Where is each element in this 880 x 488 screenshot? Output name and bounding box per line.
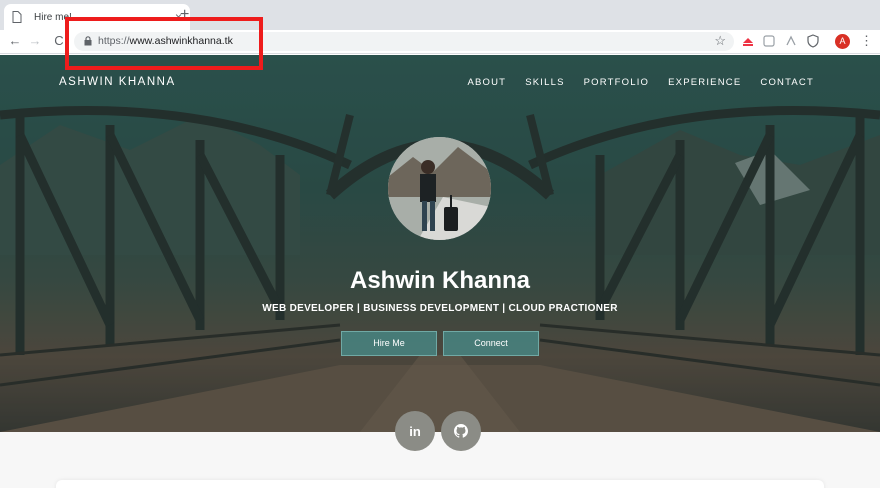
about-section (0, 432, 880, 488)
nav-about[interactable]: ABOUT (467, 77, 506, 88)
site-nav: ABOUT SKILLS PORTFOLIO EXPERIENCE CONTAC… (467, 77, 814, 88)
hero-name: Ashwin Khanna (349, 267, 530, 294)
nav-experience[interactable]: EXPERIENCE (668, 77, 741, 88)
hire-me-button[interactable]: Hire Me (341, 331, 437, 356)
connect-button[interactable]: Connect (443, 331, 539, 356)
site-brand[interactable]: ASHWIN KHANNA (59, 76, 176, 88)
document-icon (12, 11, 22, 23)
forward-icon[interactable]: → (26, 32, 44, 50)
content-card (56, 480, 824, 488)
extension-icon[interactable] (762, 34, 776, 48)
profile-photo (388, 137, 491, 240)
nav-skills[interactable]: SKILLS (525, 77, 564, 88)
linkedin-icon: in (409, 423, 421, 439)
nav-portfolio[interactable]: PORTFOLIO (584, 77, 650, 88)
hero-section: ASHWIN KHANNA ABOUT SKILLS PORTFOLIO EXP… (0, 55, 880, 432)
menu-icon[interactable]: ⋮ (860, 33, 873, 49)
bookmark-star-icon[interactable]: ☆ (714, 33, 726, 49)
extension-icon[interactable] (784, 34, 798, 48)
linkedin-button[interactable]: in (395, 411, 435, 451)
extension-icon[interactable] (741, 34, 755, 48)
back-icon[interactable]: ← (6, 32, 24, 50)
github-button[interactable] (441, 411, 481, 451)
profile-avatar[interactable]: A (835, 34, 850, 49)
profile-photo-image (388, 137, 491, 240)
hero-subtitle: WEB DEVELOPER | BUSINESS DEVELOPMENT | C… (262, 303, 618, 314)
nav-contact[interactable]: CONTACT (760, 77, 814, 88)
bridge-background-image (0, 55, 880, 432)
url-highlight-box (65, 17, 263, 70)
github-icon (454, 424, 468, 438)
shield-icon[interactable] (806, 34, 820, 48)
